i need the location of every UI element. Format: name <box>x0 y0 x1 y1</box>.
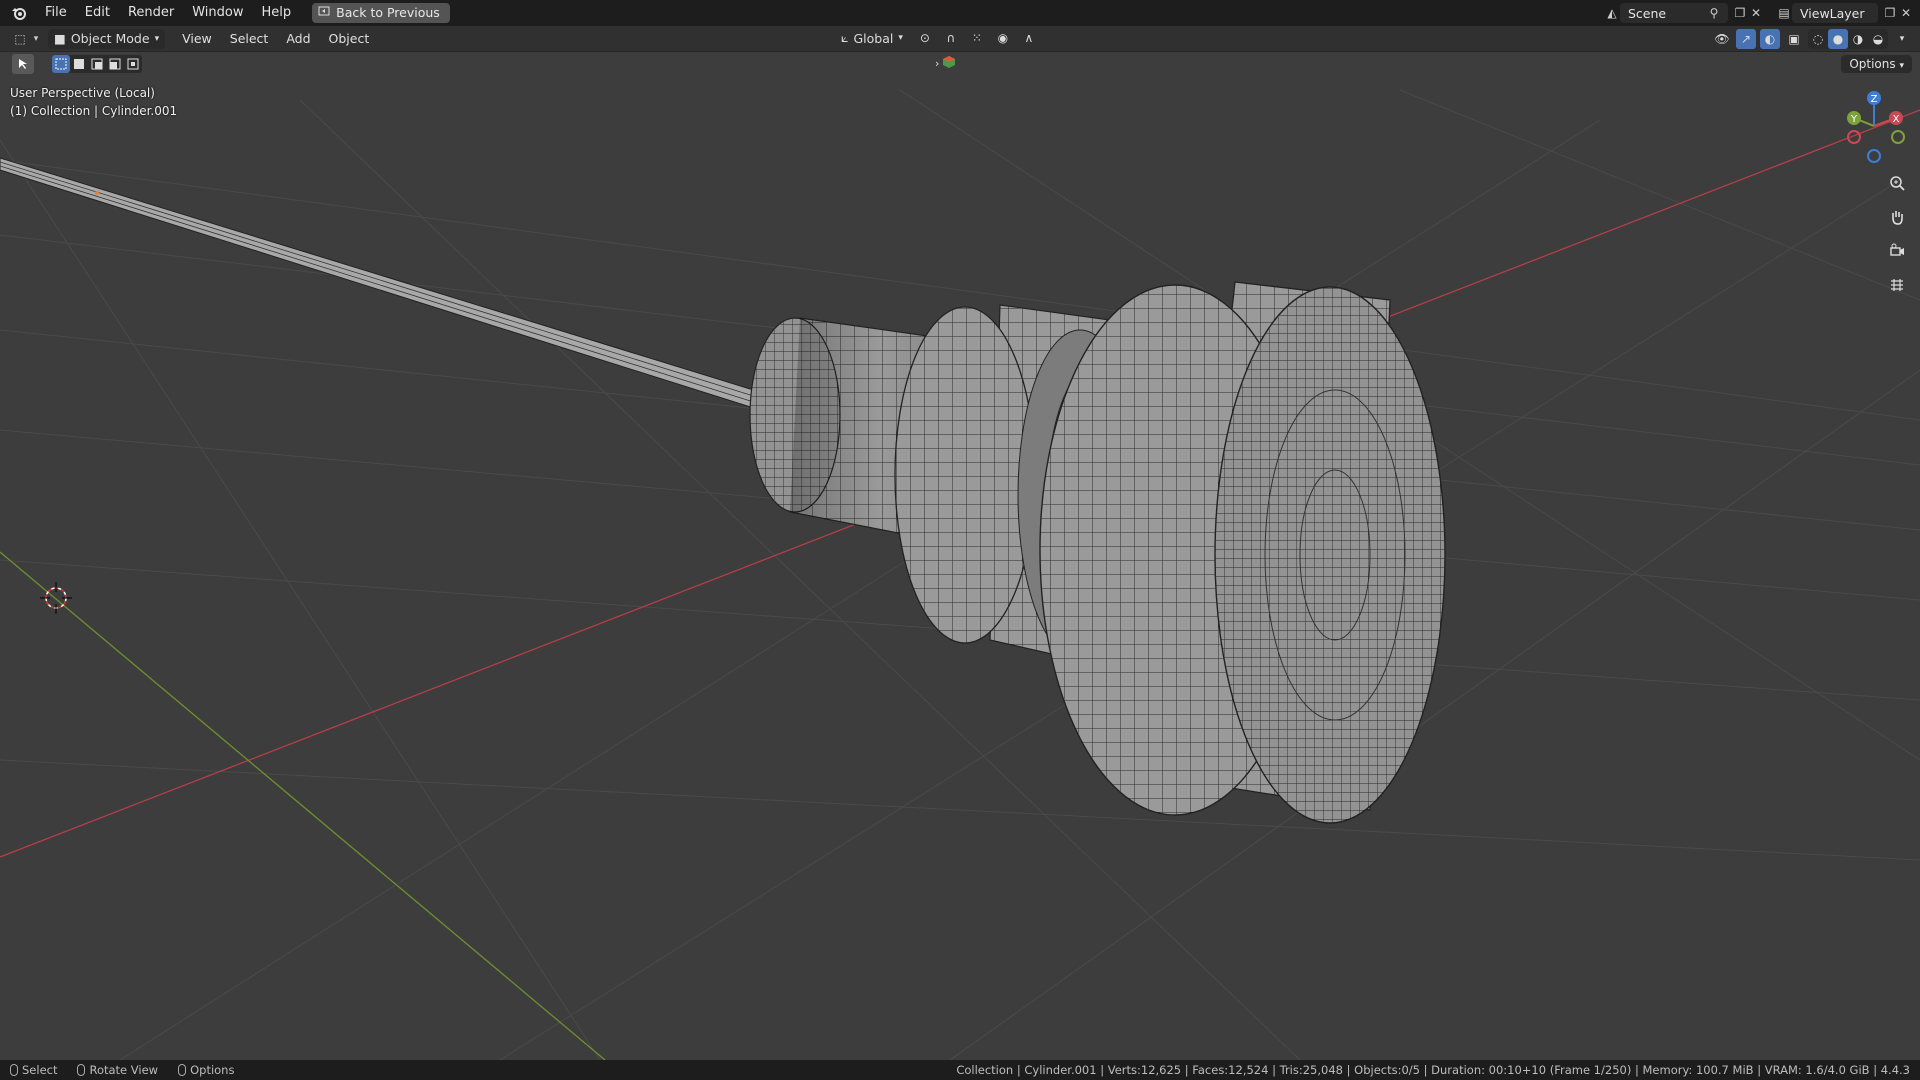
gizmo-neg-y-axis[interactable] <box>1891 130 1905 144</box>
options-label: Options <box>1849 57 1896 71</box>
scene-field[interactable] <box>1626 4 1700 22</box>
front-disc-mesh <box>1039 281 1446 824</box>
navigation-gizmo[interactable]: Z Y X <box>1840 90 1910 170</box>
selection-modes <box>52 55 142 73</box>
object-mode-icon: ■ <box>54 31 66 46</box>
options-dropdown[interactable]: Options ▾ <box>1841 55 1912 73</box>
select-extend-icon[interactable] <box>70 55 88 73</box>
hint-select-label: Select <box>22 1063 58 1077</box>
new-scene-icon[interactable]: ❐ <box>1732 5 1748 21</box>
gizmo-toggle-icon[interactable]: ↗ <box>1736 29 1756 49</box>
menu-view[interactable]: View <box>173 26 221 52</box>
delete-viewlayer-icon[interactable]: ✕ <box>1898 5 1914 21</box>
gizmo-neg-x-axis[interactable] <box>1847 130 1861 144</box>
falloff-icon[interactable]: ∧ <box>1019 28 1039 48</box>
overlays-toggle-icon[interactable]: ◐ <box>1760 29 1780 49</box>
menu-add[interactable]: Add <box>277 26 319 52</box>
chevron-right-icon: › <box>935 57 940 70</box>
viewport-header: ⬚ ▾ ■ Object Mode ▾ View Select Add Obje… <box>0 26 1920 52</box>
orientation-label: Global <box>853 30 894 46</box>
asset-shelf-icon <box>943 56 956 71</box>
select-new-icon[interactable] <box>52 55 70 73</box>
back-label: Back to Previous <box>336 5 440 20</box>
pivot-icon[interactable]: ⊙ <box>915 28 935 48</box>
3d-viewport[interactable] <box>0 0 1920 1060</box>
collapse-header-toggle[interactable]: › <box>935 56 956 71</box>
zoom-icon[interactable] <box>1884 170 1910 196</box>
origin-point <box>95 191 99 195</box>
menu-edit[interactable]: Edit <box>76 0 119 26</box>
mouse-right-icon <box>178 1064 187 1076</box>
shading-modes: ◌ ● ◑ ◒ <box>1808 29 1888 49</box>
viewlayer-icon[interactable]: ▤ <box>1776 5 1792 21</box>
menu-file[interactable]: File <box>36 0 76 26</box>
chevron-down-icon: ▾ <box>898 33 903 43</box>
hint-select: Select <box>10 1063 57 1077</box>
navigation-buttons <box>1884 170 1910 298</box>
ortho-toggle-icon[interactable] <box>1884 272 1910 298</box>
collection-label: (1) Collection | Cylinder.001 <box>10 104 178 118</box>
hint-rotate-label: Rotate View <box>89 1063 159 1077</box>
menu-select[interactable]: Select <box>221 26 278 52</box>
status-bar: Select Rotate View Options Collection | … <box>0 1060 1920 1080</box>
select-intersect-icon[interactable] <box>124 55 142 73</box>
pan-hand-icon[interactable] <box>1884 204 1910 230</box>
hint-options-label: Options <box>190 1063 235 1077</box>
mouse-left-icon <box>10 1064 18 1076</box>
hint-rotate: Rotate View <box>77 1063 158 1077</box>
back-icon <box>318 3 330 23</box>
chevron-down-icon[interactable]: ▾ <box>28 31 44 47</box>
scene-selector[interactable]: ⚲ <box>1620 3 1728 23</box>
material-shading-icon[interactable]: ◑ <box>1848 29 1868 49</box>
blender-logo-icon[interactable] <box>10 4 28 22</box>
snap-icon[interactable]: ∩ <box>941 28 961 48</box>
scene-statistics: Collection | Cylinder.001 | Verts:12,625… <box>956 1063 1910 1077</box>
viewlayer-selector[interactable] <box>1792 3 1878 23</box>
gizmo-y-label: Y <box>1850 114 1858 125</box>
new-viewlayer-icon[interactable]: ❐ <box>1882 5 1898 21</box>
mode-label: Object Mode <box>70 31 150 46</box>
viewport-display-tools: 👁 ↗ ◐ ▣ ◌ ● ◑ ◒ ▾ <box>1712 29 1912 49</box>
hint-options: Options <box>178 1063 234 1077</box>
select-tool-icon[interactable] <box>12 54 34 74</box>
menu-window[interactable]: Window <box>183 0 252 26</box>
menu-object[interactable]: Object <box>320 26 379 52</box>
visibility-icon[interactable]: 👁 <box>1712 29 1732 49</box>
perspective-label: User Perspective (Local) <box>10 86 155 100</box>
select-invert-icon[interactable] <box>106 55 124 73</box>
menu-help[interactable]: Help <box>253 0 301 26</box>
pin-icon[interactable]: ⚲ <box>1706 5 1722 21</box>
mode-dropdown[interactable]: ■ Object Mode ▾ <box>48 28 166 49</box>
orientation-dropdown[interactable]: ⟀ Global ▾ <box>835 28 909 48</box>
menu-render[interactable]: Render <box>119 0 183 26</box>
chevron-down-icon[interactable]: ▾ <box>1892 29 1912 49</box>
solid-shading-icon[interactable]: ● <box>1828 29 1848 49</box>
editor-type-icon[interactable]: ⬚ <box>12 31 28 47</box>
chevron-down-icon: ▾ <box>154 33 160 44</box>
delete-scene-icon[interactable]: ✕ <box>1748 5 1764 21</box>
xray-toggle-icon[interactable]: ▣ <box>1784 29 1804 49</box>
viewlayer-field[interactable] <box>1798 4 1872 22</box>
top-menu-bar: File Edit Render Window Help Back to Pre… <box>0 0 1920 26</box>
wireframe-shading-icon[interactable]: ◌ <box>1808 29 1828 49</box>
select-subtract-icon[interactable] <box>88 55 106 73</box>
scene-icon[interactable]: ◭ <box>1604 5 1620 21</box>
proportional-edit-icon[interactable]: ◉ <box>993 28 1013 48</box>
mouse-middle-icon <box>77 1064 86 1076</box>
gizmo-neg-z-axis[interactable] <box>1867 149 1881 163</box>
back-to-previous-button[interactable]: Back to Previous <box>312 3 450 23</box>
gizmo-x-label: X <box>1893 114 1900 125</box>
snap-target-icon[interactable]: ⁙ <box>967 28 987 48</box>
transform-tools: ⟀ Global ▾ ⊙ ∩ ⁙ ◉ ∧ <box>835 28 1039 48</box>
rendered-shading-icon[interactable]: ◒ <box>1868 29 1888 49</box>
gizmo-z-label: Z <box>1871 94 1878 105</box>
orientation-icon: ⟀ <box>841 30 849 45</box>
chevron-down-icon: ▾ <box>1899 61 1904 71</box>
camera-view-icon[interactable] <box>1884 238 1910 264</box>
tool-settings-row <box>0 53 142 75</box>
